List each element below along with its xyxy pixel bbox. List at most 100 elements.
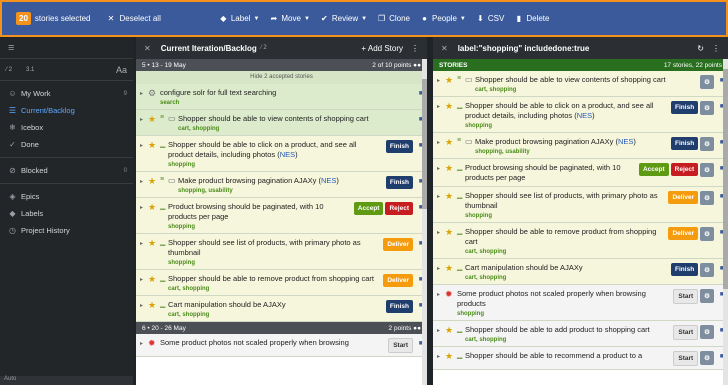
story-labels[interactable]: cart, shopping bbox=[168, 286, 379, 292]
gear-icon[interactable]: ⚙ bbox=[700, 163, 714, 177]
story-row[interactable]: ▸ ★ ▁ Shopper should see list of product… bbox=[433, 187, 728, 223]
story-labels[interactable]: search bbox=[160, 100, 413, 106]
sidebar-item-blocked[interactable]: ⊘ Blocked 0 bbox=[0, 162, 133, 179]
start-button[interactable]: Start bbox=[673, 325, 699, 340]
deliver-button[interactable]: Deliver bbox=[668, 227, 699, 240]
iteration-header[interactable]: 6 • 20 - 26 May 2 points ●● bbox=[136, 322, 427, 334]
story-labels[interactable]: shopping bbox=[168, 260, 379, 266]
start-button[interactable]: Start bbox=[673, 351, 699, 366]
gear-icon[interactable]: ⚙ bbox=[700, 289, 714, 303]
velocity-indicator[interactable]: ⁄ 2 bbox=[6, 67, 12, 73]
story-labels[interactable]: cart, shopping bbox=[178, 126, 413, 132]
story-link[interactable]: NES bbox=[280, 150, 295, 159]
clone-action-button[interactable]: ❐ Clone bbox=[377, 14, 410, 23]
story-labels[interactable]: cart, shopping bbox=[168, 312, 382, 318]
story-labels[interactable]: cart, shopping bbox=[465, 337, 669, 343]
expand-icon[interactable]: ▸ bbox=[140, 176, 148, 194]
gear-icon[interactable]: ⚙ bbox=[700, 325, 714, 339]
gear-icon[interactable]: ⚙ bbox=[700, 227, 714, 241]
story-row[interactable]: ▸ ★ ▁ Shopper should be able to recommen… bbox=[433, 347, 728, 370]
story-row[interactable]: ▸ ★ ▁ Shopper should see list of product… bbox=[136, 234, 427, 270]
sidebar-item-labels[interactable]: ◆ Labels bbox=[0, 205, 133, 222]
sidebar-item-done[interactable]: ✓ Done bbox=[0, 136, 133, 153]
iteration-header[interactable]: 5 • 13 - 19 May 2 of 10 points ●● bbox=[136, 59, 427, 71]
story-labels[interactable]: shopping bbox=[168, 162, 382, 168]
story-labels[interactable]: cart, shopping bbox=[465, 249, 664, 255]
finish-button[interactable]: Finish bbox=[385, 140, 413, 153]
story-labels[interactable]: cart, shopping bbox=[465, 275, 667, 281]
story-link[interactable]: NES bbox=[618, 137, 633, 146]
story-row[interactable]: ▸ ★ ▁ Shopper should be able to remove p… bbox=[433, 223, 728, 259]
sidebar-item-current-backlog[interactable]: ☰ Current/Backlog bbox=[0, 102, 133, 119]
reject-button[interactable]: Reject bbox=[670, 163, 699, 176]
story-labels[interactable]: shopping bbox=[465, 213, 664, 219]
expand-icon[interactable]: ▸ bbox=[437, 163, 445, 183]
expand-icon[interactable]: ▸ bbox=[140, 338, 148, 353]
accept-button[interactable]: Accept bbox=[353, 202, 384, 215]
deliver-button[interactable]: Deliver bbox=[383, 238, 413, 251]
story-row[interactable]: ▸ ★ ▁ Shopper should be able to remove p… bbox=[136, 270, 427, 296]
people-action-button[interactable]: ● People ▼ bbox=[420, 14, 466, 23]
expand-icon[interactable]: ▸ bbox=[140, 238, 148, 266]
reject-button[interactable]: Reject bbox=[385, 202, 413, 215]
expand-icon[interactable]: ▸ bbox=[140, 202, 148, 230]
finish-button[interactable]: Finish bbox=[385, 300, 413, 313]
expand-icon[interactable]: ▸ bbox=[437, 191, 445, 219]
story-link[interactable]: NES bbox=[321, 176, 336, 185]
sidebar-item-icebox[interactable]: ❄ Icebox bbox=[0, 119, 133, 136]
story-row[interactable]: ▸ ★ ≡ ▭ Make product browsing pagination… bbox=[433, 133, 728, 159]
story-row[interactable]: ▸ ★ ▁ Cart manipulation should be AJAXy c… bbox=[136, 296, 427, 322]
story-labels[interactable]: shopping, usability bbox=[475, 149, 667, 155]
expand-icon[interactable]: ▸ bbox=[140, 300, 148, 318]
deliver-button[interactable]: Deliver bbox=[383, 274, 413, 287]
story-row[interactable]: ▸ ★ ≡ ▭ Shopper should be able to view c… bbox=[136, 110, 427, 136]
story-labels[interactable]: shopping bbox=[465, 123, 667, 129]
accept-button[interactable]: Accept bbox=[638, 163, 669, 176]
story-row[interactable]: ▸ ★ ▁ Shopper should be able to add prod… bbox=[433, 321, 728, 347]
story-row[interactable]: ▸ ★ ▁ Shopper should be able to click on… bbox=[433, 97, 728, 133]
gear-icon[interactable]: ⚙ bbox=[700, 263, 714, 277]
sidebar-toggle[interactable]: ≡ bbox=[0, 37, 133, 59]
close-panel-icon[interactable]: ✕ bbox=[441, 44, 448, 53]
expand-icon[interactable]: ▸ bbox=[437, 289, 445, 317]
finish-button[interactable]: Finish bbox=[671, 101, 699, 114]
hide-accepted-toggle[interactable]: Hide 2 accepted stories bbox=[136, 71, 427, 84]
sidebar-item-epics[interactable]: ◈ Epics bbox=[0, 188, 133, 205]
story-row[interactable]: ▸ ★ ≡ ▭ Make product browsing pagination… bbox=[136, 172, 427, 198]
gear-icon[interactable]: ⚙ bbox=[700, 191, 714, 205]
sidebar-item-project-history[interactable]: ◷ Project History bbox=[0, 222, 133, 239]
story-row[interactable]: ▸ ★ ▁ Cart manipulation should be AJAXy c… bbox=[433, 259, 728, 285]
review-action-button[interactable]: ✔ Review ▼ bbox=[320, 14, 367, 23]
finish-button[interactable]: Finish bbox=[671, 263, 699, 276]
story-labels[interactable]: cart, shopping bbox=[475, 87, 696, 93]
refresh-icon[interactable]: ↻ bbox=[697, 44, 704, 53]
story-labels[interactable]: shopping bbox=[457, 311, 669, 317]
add-story-button[interactable]: + Add Story bbox=[361, 44, 403, 53]
delete-action-button[interactable]: ▮ Delete bbox=[514, 14, 550, 23]
gear-icon[interactable]: ⚙ bbox=[700, 137, 714, 151]
expand-icon[interactable]: ▸ bbox=[437, 325, 445, 343]
close-panel-icon[interactable]: ✕ bbox=[144, 44, 151, 53]
sidebar-item-my-work[interactable]: ☺ My Work 9 bbox=[0, 85, 133, 102]
story-row[interactable]: ▸ ★ ▁ Product browsing should be paginat… bbox=[136, 198, 427, 234]
gear-icon[interactable]: ⚙ bbox=[700, 101, 714, 115]
expand-icon[interactable]: ▸ bbox=[140, 114, 148, 132]
gear-icon[interactable]: ⚙ bbox=[700, 351, 714, 365]
deliver-button[interactable]: Deliver bbox=[668, 191, 699, 204]
deselect-all-button[interactable]: ✕ Deselect all bbox=[107, 14, 161, 23]
expand-icon[interactable]: ▸ bbox=[437, 263, 445, 281]
csv-action-button[interactable]: ⬇ CSV bbox=[476, 14, 504, 23]
story-row[interactable]: ▸ ★ ▁ Product browsing should be paginat… bbox=[433, 159, 728, 187]
scrollbar-thumb[interactable] bbox=[422, 79, 427, 209]
start-button[interactable]: Start bbox=[388, 338, 413, 353]
backlog-scrollbar[interactable] bbox=[422, 59, 427, 385]
gear-icon[interactable]: ⚙ bbox=[700, 75, 714, 89]
story-link[interactable]: NES bbox=[577, 111, 592, 120]
expand-icon[interactable]: ▸ bbox=[140, 140, 148, 168]
expand-icon[interactable]: ▸ bbox=[437, 75, 445, 93]
text-size-button[interactable]: Aa bbox=[116, 65, 127, 75]
story-row[interactable]: ▸ ⚙ configure solr for full text searchi… bbox=[136, 84, 427, 110]
label-action-button[interactable]: ◆ Label ▼ bbox=[219, 14, 259, 23]
move-action-button[interactable]: ➦ Move ▼ bbox=[269, 14, 310, 23]
expand-icon[interactable]: ▸ bbox=[437, 137, 445, 155]
